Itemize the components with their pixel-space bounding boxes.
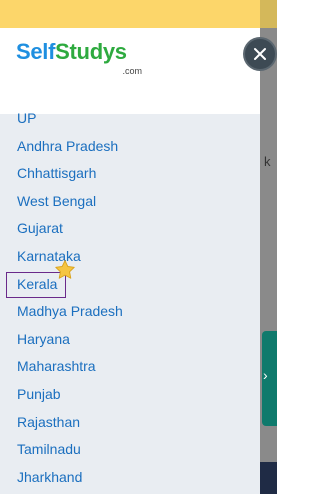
logo-self-text: Self <box>16 39 56 64</box>
state-link-gujarat[interactable]: Gujarat <box>0 215 260 243</box>
state-link-jharkhand[interactable]: Jharkhand <box>0 464 260 492</box>
state-link-andhra-pradesh[interactable]: Andhra Pradesh <box>0 133 260 161</box>
page: k › SelfStudys .com UP Andhra Pradesh Ch… <box>0 0 277 494</box>
background-text: k <box>264 154 271 169</box>
background-banner <box>260 0 277 28</box>
background-footer <box>260 462 277 494</box>
state-link-up[interactable]: UP <box>0 105 260 133</box>
close-icon <box>254 48 266 60</box>
side-drawer: SelfStudys .com UP Andhra Pradesh Chhatt… <box>0 28 260 494</box>
state-link-west-bengal[interactable]: West Bengal <box>0 188 260 216</box>
state-link-tamilnadu[interactable]: Tamilnadu <box>0 436 260 464</box>
close-button[interactable] <box>245 39 275 69</box>
state-link-haryana[interactable]: Haryana <box>0 326 260 354</box>
chevron-right-icon: › <box>263 367 268 383</box>
state-link-karnataka[interactable]: Karnataka <box>0 243 260 271</box>
state-link-maharashtra[interactable]: Maharashtra <box>0 353 260 381</box>
state-link-rajasthan[interactable]: Rajasthan <box>0 409 260 437</box>
star-icon <box>55 260 75 279</box>
state-link-punjab[interactable]: Punjab <box>0 381 260 409</box>
state-link-kerala[interactable]: Kerala <box>0 271 260 299</box>
logo-area: SelfStudys .com <box>0 28 260 114</box>
top-banner <box>0 0 260 28</box>
state-link-chhattisgarh[interactable]: Chhattisgarh <box>0 160 260 188</box>
state-list: UP Andhra Pradesh Chhattisgarh West Beng… <box>0 105 260 494</box>
selfstudys-logo[interactable]: SelfStudys .com <box>16 41 146 81</box>
background-page: k › <box>260 0 277 494</box>
state-link-madhya-pradesh[interactable]: Madhya Pradesh <box>0 298 260 326</box>
logo-domain-text: .com <box>122 66 142 76</box>
logo-studys-text: Studys <box>55 39 127 64</box>
